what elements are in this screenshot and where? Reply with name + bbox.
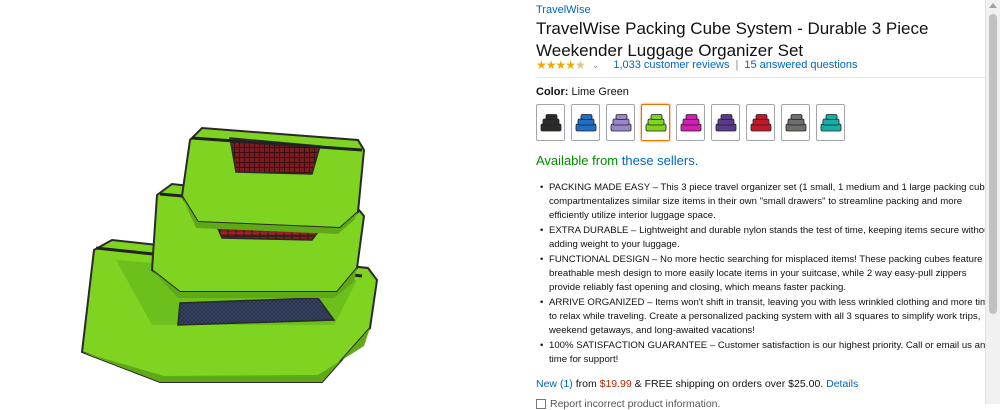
divider: |	[735, 59, 739, 71]
color-label: Color:	[536, 86, 569, 98]
offer-price: $19.99	[599, 378, 632, 390]
feature-bullets: PACKING MADE EASY – This 3 piece travel …	[536, 181, 999, 368]
scroll-up-icon[interactable]	[989, 3, 997, 8]
color-swatch-gray[interactable]	[781, 104, 810, 141]
swatch-cubes-icon	[785, 113, 806, 131]
feature-bullet: 100% SATISFACTION GUARANTEE – Customer s…	[540, 339, 999, 367]
color-swatches	[536, 104, 851, 141]
color-swatch-black[interactable]	[536, 104, 565, 141]
offer-from: from	[575, 378, 597, 390]
sellers-link[interactable]: these sellers.	[622, 153, 699, 168]
new-offers-link[interactable]: New (1)	[536, 378, 573, 390]
color-swatch-lime-green[interactable]	[641, 104, 670, 141]
details-link[interactable]: Details	[826, 378, 858, 390]
color-swatch-magenta[interactable]	[676, 104, 705, 141]
swatch-cubes-icon	[575, 113, 596, 131]
answered-questions-link[interactable]: 15 answered questions	[744, 59, 857, 71]
feature-bullet: FUNCTIONAL DESIGN – No more hectic searc…	[540, 253, 999, 295]
swatch-cubes-icon	[610, 113, 631, 131]
product-image[interactable]	[72, 120, 382, 385]
color-swatch-teal[interactable]	[816, 104, 845, 141]
offer-line: New (1) from $19.99 & FREE shipping on o…	[536, 378, 858, 390]
swatch-cubes-icon	[820, 113, 841, 131]
color-swatch-purple[interactable]	[711, 104, 740, 141]
swatch-cubes-icon	[645, 113, 666, 131]
scrollbar[interactable]	[985, 0, 1000, 404]
separator-line	[536, 77, 986, 78]
color-selection: Color: Lime Green	[536, 86, 629, 98]
color-swatch-blue[interactable]	[571, 104, 600, 141]
customer-reviews-link[interactable]: 1,033 customer reviews	[613, 59, 729, 71]
shipping-text: & FREE shipping on orders over $25.00.	[634, 378, 824, 390]
ratings-row: ★★★★★ ⌄ 1,033 customer reviews | 15 answ…	[536, 58, 858, 72]
swatch-cubes-icon	[715, 113, 736, 131]
availability-text: Available from	[536, 153, 622, 168]
feature-bullet: PACKING MADE EASY – This 3 piece travel …	[540, 181, 999, 223]
brand-link[interactable]: TravelWise	[536, 4, 591, 16]
feature-bullet: ARRIVE ORGANIZED – Items won't shift in …	[540, 296, 999, 338]
star-rating[interactable]: ★★★★★	[536, 58, 586, 72]
product-image-pane	[0, 0, 520, 404]
feature-bullet: EXTRA DURABLE – Lightweight and durable …	[540, 224, 999, 252]
selected-color: Lime Green	[571, 86, 629, 98]
color-swatch-red[interactable]	[746, 104, 775, 141]
product-title: TravelWise Packing Cube System - Durable…	[536, 19, 929, 60]
scrollbar-thumb[interactable]	[989, 14, 997, 314]
chevron-down-icon[interactable]: ⌄	[592, 60, 600, 71]
report-info-text[interactable]: Report incorrect product information.	[550, 398, 720, 410]
feedback-icon	[536, 399, 546, 410]
swatch-cubes-icon	[750, 113, 771, 131]
swatch-cubes-icon	[680, 113, 701, 131]
availability: Available from these sellers.	[536, 153, 698, 168]
color-swatch-lavender[interactable]	[606, 104, 635, 141]
report-info-row: Report incorrect product information.	[536, 398, 720, 410]
swatch-cubes-icon	[540, 113, 561, 131]
